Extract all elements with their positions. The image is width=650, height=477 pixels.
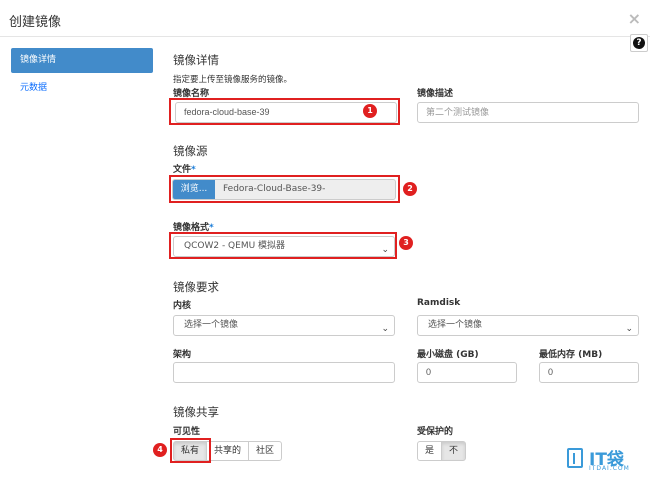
- image-desc-label: 镜像描述: [417, 89, 454, 99]
- site-watermark-logo: IT袋 ITDAI.COM: [567, 444, 650, 477]
- help-icon[interactable]: ?: [630, 34, 648, 52]
- image-desc-input[interactable]: 第二个测试镜像: [417, 102, 639, 123]
- callout-box-4: [170, 438, 211, 463]
- chevron-down-icon: ⌄: [381, 324, 389, 334]
- callout-badge-4: 4: [153, 443, 167, 457]
- sidebar-item-metadata[interactable]: 元数据: [11, 76, 153, 101]
- protected-label: 受保护的: [417, 427, 454, 437]
- ramdisk-select[interactable]: 选择一个镜像 ⌄: [417, 315, 639, 336]
- section-title-details: 镜像详情: [173, 53, 219, 67]
- protected-no-button[interactable]: 不: [441, 441, 467, 461]
- wizard-sidebar: 镜像详情 元数据: [11, 48, 153, 104]
- visibility-community-button[interactable]: 社区: [248, 441, 283, 461]
- protected-toggle: 是 不: [417, 441, 467, 461]
- min-disk-label: 最小磁盘 (GB): [417, 350, 479, 360]
- min-ram-input[interactable]: 0: [539, 362, 639, 383]
- chevron-down-icon: ⌄: [625, 324, 633, 334]
- callout-badge-1: 1: [363, 104, 377, 118]
- file-label: 文件*: [173, 165, 196, 175]
- watermark-icon: [567, 448, 583, 468]
- details-hint: 指定要上传至镜像服务的镜像。: [173, 75, 293, 85]
- section-title-sharing: 镜像共享: [173, 405, 219, 419]
- visibility-label: 可见性: [173, 427, 201, 437]
- kernel-select[interactable]: 选择一个镜像 ⌄: [173, 315, 395, 336]
- callout-badge-3: 3: [399, 236, 413, 250]
- arch-input[interactable]: [173, 362, 395, 383]
- min-disk-input[interactable]: 0: [417, 362, 517, 383]
- section-title-source: 镜像源: [173, 144, 208, 158]
- protected-yes-button[interactable]: 是: [417, 441, 443, 461]
- arch-label: 架构: [173, 350, 192, 360]
- modal-title: 创建镜像: [9, 15, 62, 30]
- sidebar-item-image-details[interactable]: 镜像详情: [11, 48, 153, 73]
- kernel-label: 内核: [173, 301, 192, 311]
- callout-box-3: [169, 232, 397, 259]
- callout-badge-2: 2: [403, 182, 417, 196]
- ramdisk-label: Ramdisk: [417, 298, 461, 308]
- modal-header: 创建镜像 ×: [0, 0, 650, 37]
- close-icon[interactable]: ×: [628, 9, 641, 28]
- callout-box-2: [169, 175, 400, 203]
- min-ram-label: 最低内存 (MB): [539, 350, 603, 360]
- visibility-shared-button[interactable]: 共享的: [206, 441, 250, 461]
- section-title-requirements: 镜像要求: [173, 280, 219, 294]
